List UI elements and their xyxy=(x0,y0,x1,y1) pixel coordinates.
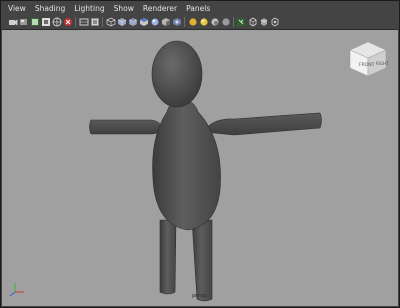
grid-icon[interactable] xyxy=(52,17,62,27)
default-light-icon[interactable] xyxy=(188,17,198,27)
view-cube-icon[interactable]: FRONT RIGHT xyxy=(349,41,389,77)
xray-icon[interactable] xyxy=(172,17,182,27)
textured-icon[interactable] xyxy=(139,17,149,27)
view-cube-side-label: RIGHT xyxy=(376,61,389,66)
character-head xyxy=(151,40,203,108)
wireframe-on-shaded-icon[interactable] xyxy=(128,17,138,27)
view-cube-front-label: FRONT xyxy=(359,62,375,68)
3d-viewport[interactable]: FRONT RIGHT persp xyxy=(2,30,398,306)
smooth-shade-icon[interactable] xyxy=(117,17,127,27)
panel-menubar: View Shading Lighting Show Renderer Pane… xyxy=(2,2,398,15)
menu-show[interactable]: Show xyxy=(114,2,134,15)
toolbar-separator xyxy=(75,17,76,27)
wireframe-icon[interactable] xyxy=(106,17,116,27)
isolate-select-icon[interactable] xyxy=(236,17,246,27)
shadow-light-icon[interactable] xyxy=(210,17,220,27)
use-all-lights-icon[interactable] xyxy=(150,17,160,27)
safe-area-icon[interactable] xyxy=(90,17,100,27)
film-gate-icon[interactable] xyxy=(63,17,73,27)
menu-renderer[interactable]: Renderer xyxy=(143,2,177,15)
select-camera-icon[interactable] xyxy=(8,17,18,27)
toolbar-separator xyxy=(102,17,103,27)
camera-attributes-icon[interactable] xyxy=(19,17,29,27)
character-left-leg xyxy=(159,219,177,295)
menu-lighting[interactable]: Lighting xyxy=(74,2,104,15)
character-torso xyxy=(152,99,221,231)
toolbar-separator xyxy=(184,17,185,27)
lights-icon[interactable] xyxy=(199,17,209,27)
axis-gizmo-icon xyxy=(9,283,24,297)
viewport-canvas: FRONT RIGHT xyxy=(9,40,389,302)
menu-view[interactable]: View xyxy=(8,2,26,15)
image-plane-icon[interactable] xyxy=(41,17,51,27)
panel-window: View Shading Lighting Show Renderer Pane… xyxy=(0,0,400,308)
ambient-light-icon[interactable] xyxy=(221,17,231,27)
bookmark-icon[interactable] xyxy=(30,17,40,27)
character-left-arm xyxy=(89,119,165,135)
panel-toolbar xyxy=(2,15,398,30)
camera-name-label: persp xyxy=(191,293,207,299)
character-right-arm xyxy=(203,112,322,136)
character-right-leg xyxy=(191,219,213,302)
screenshot-icon[interactable] xyxy=(248,17,258,27)
hud-icon[interactable] xyxy=(259,17,269,27)
shadows-icon[interactable] xyxy=(161,17,171,27)
resolution-gate-icon[interactable] xyxy=(79,17,89,27)
camera-settings-icon[interactable] xyxy=(270,17,280,27)
menu-panels[interactable]: Panels xyxy=(186,2,210,15)
menu-shading[interactable]: Shading xyxy=(35,2,65,15)
toolbar-separator xyxy=(233,17,234,27)
